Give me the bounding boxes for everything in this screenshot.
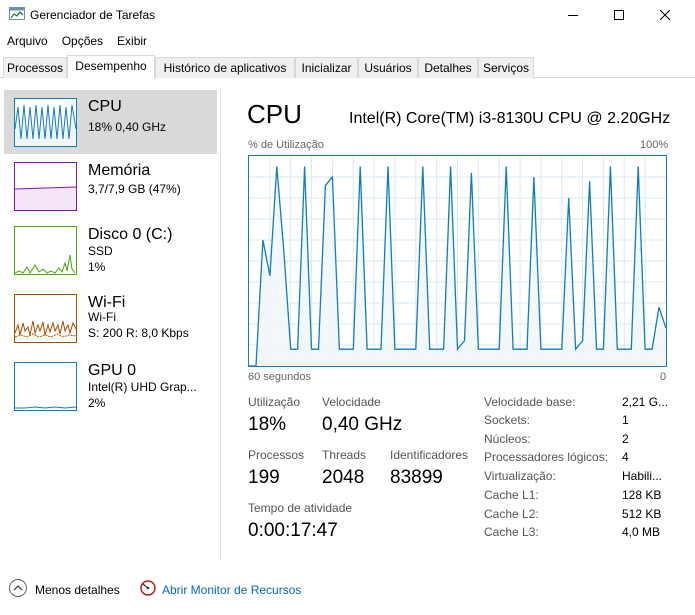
cpu-graph-icon <box>14 98 77 147</box>
minimize-button[interactable] <box>550 0 596 30</box>
memory-graph-icon <box>14 162 77 211</box>
chart-label-utilization: % de Utilização <box>248 139 324 151</box>
chart-axis-right: 0 <box>660 371 667 383</box>
sidebar-disco-usage: 1% <box>88 260 106 274</box>
maximize-button[interactable] <box>596 0 642 30</box>
tab-servicos[interactable]: Serviços <box>478 57 534 78</box>
chart-axis-left: 60 segundos <box>248 371 311 383</box>
info-label-virtualization: Virtualização: <box>484 469 556 483</box>
utilization-label: Utilização <box>248 395 301 409</box>
sidebar-wifi-throughput: S: 200 R: 8,0 Kbps <box>88 326 189 340</box>
open-resource-monitor-link[interactable]: Abrir Monitor de Recursos <box>162 583 301 597</box>
sidebar-memoria-title: Memória <box>88 162 151 179</box>
minimize-icon <box>568 15 578 16</box>
chevron-up-icon[interactable] <box>9 579 27 597</box>
tab-desempenho[interactable]: Desempenho <box>67 55 155 79</box>
sidebar-item-cpu[interactable]: CPU 18% 0,40 GHz <box>4 90 217 154</box>
sidebar-disco-title: Disco 0 (C:) <box>88 226 173 243</box>
speed-label: Velocidade <box>322 395 381 409</box>
tab-inicializar[interactable]: Inicializar <box>295 57 358 78</box>
menu-exibir[interactable]: Exibir <box>110 31 154 51</box>
sidebar-gpu-name: Intel(R) UHD Grap... <box>88 380 197 394</box>
disk-graph-icon <box>14 226 77 275</box>
handles-label: Identificadores <box>390 448 469 462</box>
info-label-logical: Processadores lógicos: <box>484 450 609 464</box>
close-icon <box>660 10 670 20</box>
resource-sidebar: CPU 18% 0,40 GHz Memória 3,7/7,9 GB (47%… <box>0 88 219 558</box>
sidebar-divider <box>220 88 221 560</box>
sidebar-item-wifi[interactable]: Wi-Fi Wi-Fi S: 200 R: 8,0 Kbps <box>4 286 217 350</box>
processes-label: Processos <box>248 448 305 462</box>
resource-monitor-icon <box>140 580 156 596</box>
info-value-virtualization: Habili... <box>622 469 663 483</box>
handles-value: 83899 <box>390 467 443 488</box>
info-value-l3: 4,0 MB <box>622 525 661 539</box>
uptime-label: Tempo de atividade <box>248 501 353 515</box>
info-value-base-speed: 2,21 G... <box>622 395 669 409</box>
tab-usuarios[interactable]: Usuários <box>358 57 418 78</box>
wifi-graph-icon <box>14 294 77 343</box>
sidebar-cpu-usage: 18% 0,40 GHz <box>88 120 167 134</box>
cpu-chart-svg <box>249 156 667 367</box>
gpu-graph-icon <box>14 362 77 411</box>
task-manager-icon <box>9 7 25 20</box>
sidebar-wifi-adapter: Wi-Fi <box>88 310 116 324</box>
info-value-cores: 2 <box>622 432 629 446</box>
info-value-l2: 512 KB <box>622 507 662 521</box>
close-button[interactable] <box>642 0 688 30</box>
uptime-value: 0:00:17:47 <box>248 520 338 541</box>
cpu-model-name: Intel(R) Core(TM) i3-8130U CPU @ 2.20GHz <box>349 110 671 127</box>
info-value-sockets: 1 <box>622 413 629 427</box>
speed-value: 0,40 GHz <box>322 414 403 435</box>
maximize-icon <box>614 10 624 20</box>
info-label-cores: Núcleos: <box>484 432 531 446</box>
info-label-l2: Cache L2: <box>484 507 539 521</box>
title-bar: Gerenciador de Tarefas <box>0 0 695 30</box>
page-title: CPU <box>247 99 302 129</box>
sidebar-cpu-title: CPU <box>88 98 122 115</box>
tab-historico[interactable]: Histórico de aplicativos <box>155 57 295 78</box>
processes-value: 199 <box>248 467 280 488</box>
menu-bar: Arquivo Opções Exibir <box>0 31 154 51</box>
less-details-link[interactable]: Menos detalhes <box>35 583 120 597</box>
sidebar-memoria-usage: 3,7/7,9 GB (47%) <box>88 182 181 196</box>
info-label-base-speed: Velocidade base: <box>484 395 576 409</box>
tab-strip: Processos Desempenho Histórico de aplica… <box>0 55 695 79</box>
sidebar-disco-type: SSD <box>88 244 113 258</box>
info-label-l1: Cache L1: <box>484 488 539 502</box>
sidebar-item-disco[interactable]: Disco 0 (C:) SSD 1% <box>4 218 217 282</box>
menu-opcoes[interactable]: Opções <box>55 31 110 51</box>
utilization-value: 18% <box>248 414 287 435</box>
info-value-logical: 4 <box>622 450 629 464</box>
tab-detalhes[interactable]: Detalhes <box>418 57 478 78</box>
threads-label: Threads <box>322 448 367 462</box>
info-value-l1: 128 KB <box>622 488 662 502</box>
window-title: Gerenciador de Tarefas <box>30 8 156 22</box>
cpu-utilization-chart <box>248 155 667 367</box>
chart-label-max: 100% <box>640 139 669 151</box>
sidebar-gpu-usage: 2% <box>88 396 106 410</box>
tab-processos[interactable]: Processos <box>3 57 67 78</box>
menu-arquivo[interactable]: Arquivo <box>0 31 55 51</box>
info-label-l3: Cache L3: <box>484 525 539 539</box>
info-label-sockets: Sockets: <box>484 413 531 427</box>
sidebar-gpu-title: GPU 0 <box>88 362 137 379</box>
sidebar-item-gpu[interactable]: GPU 0 Intel(R) UHD Grap... 2% <box>4 354 217 418</box>
sidebar-item-memoria[interactable]: Memória 3,7/7,9 GB (47%) <box>4 154 217 218</box>
threads-value: 2048 <box>322 467 365 488</box>
